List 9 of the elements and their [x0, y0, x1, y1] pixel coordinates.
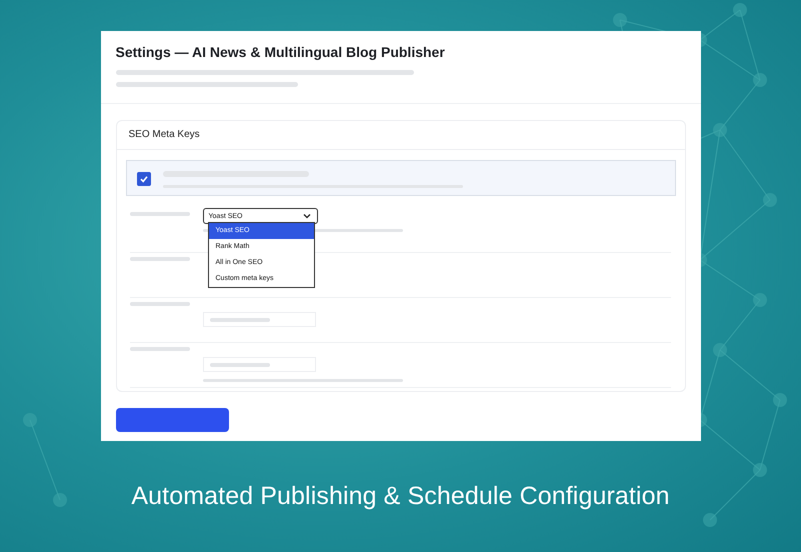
caption: Automated Publishing & Schedule Configuration — [131, 482, 670, 511]
chevron-down-icon — [302, 213, 310, 219]
save-button[interactable] — [116, 408, 228, 432]
input-field[interactable] — [202, 357, 316, 372]
checkbox[interactable] — [136, 172, 150, 186]
window-title: Settings — AI News & Multilingual Blog Publisher — [116, 44, 446, 60]
input-field[interactable] — [202, 312, 316, 327]
checkmark-icon — [138, 174, 148, 184]
section-title: SEO Meta Keys — [116, 121, 684, 150]
